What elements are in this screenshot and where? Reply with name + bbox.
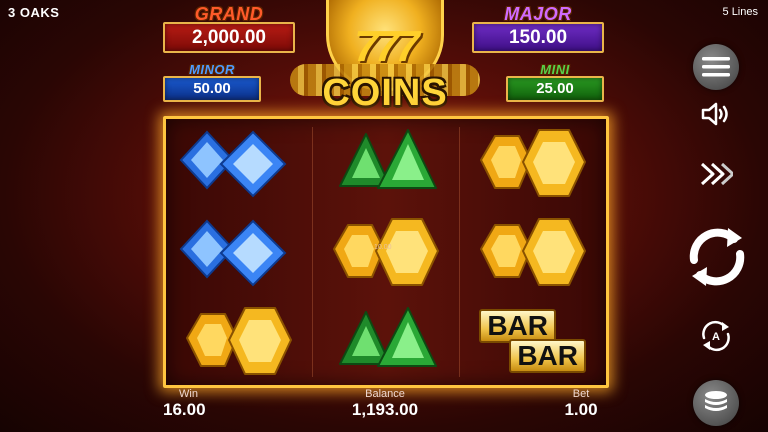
bet-display: Bet 1.00 [556,388,606,420]
green-gem-icon [338,306,437,367]
coin-stack-icon [705,391,727,411]
bar-symbol: BAR BAR [479,308,586,373]
autoplay-button[interactable]: A [698,318,734,354]
jackpot-major: MAJOR 150.00 [472,4,604,53]
jackpot-major-value: 150.00 [472,22,604,53]
hamburger-menu-icon [702,57,730,77]
reel-cell [166,208,313,297]
balance-label: Balance [365,388,405,400]
bar-symbol-top: BAR [479,308,556,343]
reel-grid: BAR BAR [163,116,609,388]
yellow-gem-icon [186,306,293,375]
green-gem-icon [338,129,437,190]
payline-label: 10.00 [374,244,392,251]
speaker-icon [701,102,728,126]
reel-cell [313,296,460,385]
jackpot-mini: MINI 25.00 [506,62,604,102]
reel-cell: BAR BAR [459,296,606,385]
jackpot-mini-label: MINI [540,62,570,77]
yellow-gem-icon [479,217,586,286]
jackpot-minor-label: MINOR [189,62,235,77]
reel-cell [313,119,460,208]
bet-button[interactable] [693,380,739,426]
balance-display: Balance 1,193.00 [330,388,440,420]
jackpot-grand: GRAND 2,000.00 [163,4,295,53]
win-display: Win 16.00 [163,388,213,420]
autoplay-icon: A [702,320,730,352]
bar-symbol-bottom: BAR [509,338,586,373]
logo-text: COINS [322,72,448,114]
yellow-gem-icon [332,217,439,286]
reel-cell [166,296,313,385]
svg-text:A: A [712,331,720,343]
win-label: Win [179,388,198,400]
jackpot-grand-label: GRAND [194,4,264,24]
reel-cell [313,208,460,297]
reel-cell [459,208,606,297]
jackpot-minor-value: 50.00 [163,76,261,102]
reel-cell [166,119,313,208]
turbo-button[interactable] [698,160,734,188]
bet-value: 1.00 [564,400,598,419]
spin-arrows-icon [689,228,745,286]
yellow-gem-icon [479,129,586,198]
spin-button[interactable] [680,220,754,294]
game-logo: 777 COINS [290,0,480,118]
jackpot-major-label: MAJOR [504,4,572,24]
jackpot-minor: MINOR 50.00 [163,62,261,102]
jackpot-grand-value: 2,000.00 [163,22,295,53]
blue-gem-icon [179,130,287,198]
win-value: 16.00 [163,400,206,419]
blue-gem-icon [179,219,287,287]
brand-logo: 3 OAKS [8,5,60,20]
jackpot-mini-value: 25.00 [506,76,604,102]
sound-button[interactable] [700,100,732,128]
balance-value: 1,193.00 [351,400,419,419]
bet-label: Bet [572,388,590,400]
menu-button[interactable] [693,44,739,90]
fast-forward-icon [700,162,733,186]
lines-indicator: 5 Lines [722,6,758,18]
reel-cell [459,119,606,208]
